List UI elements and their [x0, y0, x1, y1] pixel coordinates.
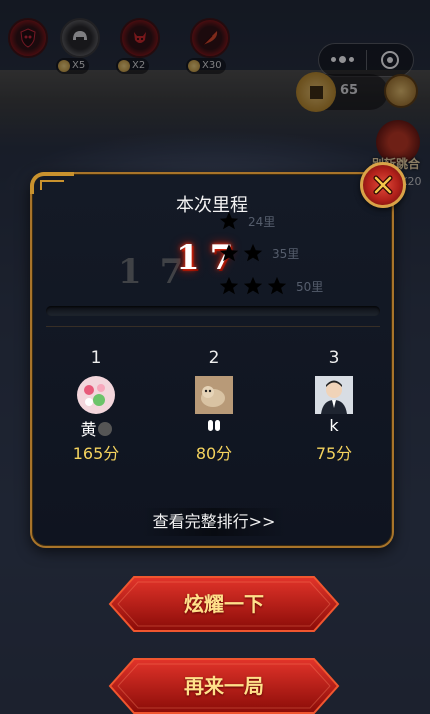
player-score: 165分: [72, 444, 120, 463]
rank-number: 2: [208, 348, 220, 368]
rank-entry: 2 80分: [174, 348, 254, 464]
star-icon: [267, 276, 287, 295]
divider: [46, 326, 380, 327]
emoji-icon: [97, 422, 112, 436]
avatar: [315, 376, 353, 414]
emoji-icon: [215, 420, 220, 431]
player-score: 75分: [315, 444, 353, 463]
star-icon: [243, 243, 263, 262]
star-icons: [218, 275, 290, 297]
star-icon: [219, 276, 239, 295]
star-goal-label: 50里: [296, 279, 324, 294]
star-icon: [219, 211, 239, 230]
star-goal-label: 24里: [248, 214, 276, 229]
view-full-ranking-link[interactable]: 查看完整排行>>: [140, 508, 288, 536]
show-off-button[interactable]: 炫耀一下: [108, 575, 340, 633]
star-icons: [218, 210, 242, 232]
show-off-label: 炫耀一下: [184, 592, 264, 616]
player-name: 黄: [56, 416, 136, 439]
star-icon: [219, 243, 239, 262]
star-goal-3: 50里: [218, 275, 323, 297]
rank-number: 1: [90, 348, 102, 368]
rank-entry: 1 黄 165分: [56, 348, 136, 464]
player-name: [174, 416, 254, 438]
dialog-title: 本次里程: [176, 195, 248, 216]
player-score: 80分: [195, 444, 233, 463]
emoji-icon: [208, 420, 213, 431]
replay-button[interactable]: 再来一局: [108, 657, 340, 714]
avatar: [77, 376, 115, 414]
star-goal-2: 35里: [218, 242, 299, 264]
result-dialog: 本次里程 17 17 24里 35里 50里 1 黄 165分 2 80分 3 …: [30, 162, 406, 548]
avatar: [195, 376, 233, 414]
player-name-text: 黄: [80, 420, 97, 439]
star-goal-1: 24里: [218, 210, 275, 232]
star-icon: [243, 276, 263, 295]
rank-entry: 3 k 75分: [294, 348, 374, 464]
replay-label: 再来一局: [184, 674, 264, 698]
star-icons: [218, 242, 266, 264]
player-name: k: [329, 416, 339, 435]
rank-number: 3: [328, 348, 340, 368]
star-goal-label: 35里: [272, 246, 300, 261]
distance-progress-bar: [46, 306, 380, 316]
